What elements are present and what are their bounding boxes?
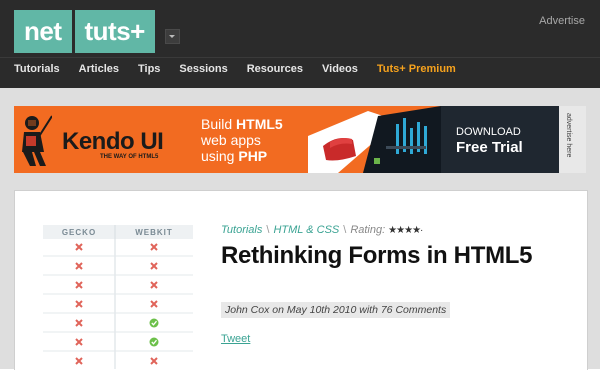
kendo-tagline: THE WAY OF HTML5 [100, 154, 159, 160]
ad-app-mockup-image [308, 106, 441, 173]
article-thumbnail[interactable]: GECKO WEBKIT [41, 221, 199, 369]
breadcrumb-tutorials[interactable]: Tutorials [221, 224, 262, 236]
advertise-link[interactable]: Advertise [539, 15, 585, 27]
ad-download-text: DOWNLOAD Free Trial [456, 125, 523, 155]
rating-label: Rating: [350, 224, 386, 236]
check-icon [149, 318, 159, 328]
tweet-button[interactable]: Tweet [221, 333, 250, 345]
thumb-col-webkit: WEBKIT [135, 228, 173, 237]
nav-tips[interactable]: Tips [138, 63, 160, 79]
article-meta: Tutorials \ HTML & CSS \ Rating: ★★★★· [221, 224, 423, 236]
nav-resources[interactable]: Resources [247, 63, 303, 79]
ad-using: using [201, 148, 235, 164]
advertisement-banner[interactable]: Kendo UI THE WAY OF HTML5 Build HTML5 we… [14, 106, 586, 173]
ad-free-trial-label: Free Trial [456, 139, 523, 156]
article-byline: John Cox on May 10th 2010 with 76 Commen… [221, 302, 451, 318]
network-dropdown-button[interactable] [165, 29, 180, 44]
check-icon [149, 337, 159, 347]
ad-headline: Build HTML5 web apps using PHP [201, 116, 283, 164]
ad-html5: HTML5 [236, 116, 283, 132]
breadcrumb-separator-2: \ [343, 224, 347, 236]
logo-tuts: tuts+ [74, 10, 155, 53]
thumb-col-gecko: GECKO [62, 228, 96, 237]
ad-build: Build [201, 116, 233, 132]
breadcrumb-html-css[interactable]: HTML & CSS [273, 224, 339, 236]
nav-articles[interactable]: Articles [79, 63, 119, 79]
nav-tuts-premium[interactable]: Tuts+ Premium [377, 63, 456, 79]
nav-videos[interactable]: Videos [322, 63, 358, 79]
ad-webapps: web apps [201, 132, 261, 148]
advertise-here-tab[interactable]: advertise here [559, 106, 586, 173]
rating-stars-icon: ★★★★· [388, 224, 423, 236]
main-nav: Tutorials Articles Tips Sessions Resourc… [14, 63, 475, 79]
nav-sessions[interactable]: Sessions [179, 63, 227, 79]
ad-php: PHP [238, 148, 268, 164]
logo-net: net [14, 10, 72, 53]
advertise-here-label: advertise here [565, 113, 572, 158]
nav-tutorials[interactable]: Tutorials [14, 63, 60, 79]
site-logo[interactable]: net tuts+ [14, 10, 155, 53]
ad-download-label: DOWNLOAD [456, 126, 521, 138]
kendo-brand: Kendo UI [62, 128, 164, 155]
header-divider [0, 57, 600, 58]
breadcrumb-separator: \ [266, 224, 270, 236]
article-title[interactable]: Rethinking Forms in HTML5 [221, 242, 551, 270]
kendo-fighter-icon [22, 115, 52, 166]
